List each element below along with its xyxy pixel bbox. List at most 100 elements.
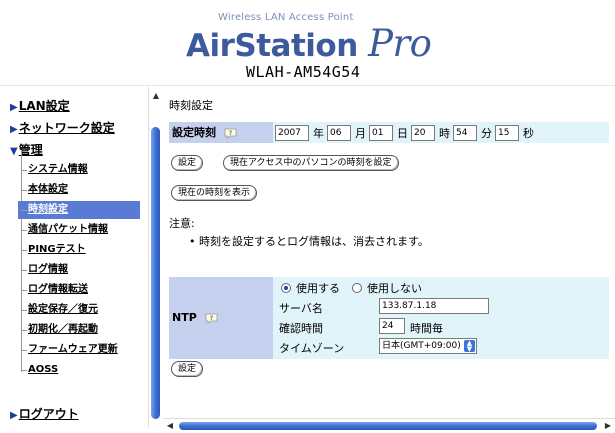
tree-tick xyxy=(21,290,27,291)
help-icon[interactable]: ? xyxy=(205,313,218,324)
sidebar-item-label: ファームウェア更新 xyxy=(28,344,118,355)
vertical-scroll-thumb[interactable] xyxy=(151,127,160,419)
tree-tick xyxy=(21,310,27,311)
sidebar-item-label: 通信パケット情報 xyxy=(28,224,108,235)
nav-admin[interactable]: ▼管理 xyxy=(10,141,43,158)
sidebar-item-label: 時刻設定 xyxy=(28,204,68,215)
sidebar-item-ping-test[interactable]: PINGテスト xyxy=(18,241,140,259)
sidebar-item-label: AOSS xyxy=(28,364,59,375)
ntp-server-input[interactable]: 133.87.1.18 xyxy=(379,298,489,314)
ntp-label: NTP xyxy=(172,311,197,324)
year-input[interactable]: 2007 xyxy=(275,124,309,141)
sidebar-item-label: PINGテスト xyxy=(28,244,86,255)
scroll-up-icon[interactable]: ▲ xyxy=(151,91,161,101)
ntp-timezone-label: タイムゾーン xyxy=(279,342,345,355)
time-fields: 2007 年 06 月 01 日 20 時 54 分 15 秒 xyxy=(275,124,537,141)
sidebar-item-time-settings[interactable]: 時刻設定 xyxy=(18,201,140,219)
tree-tick xyxy=(21,370,27,371)
sidebar-item-label: ログ情報 xyxy=(28,264,68,275)
ntp-settings-table: NTP ? 使用する 使用しない サーバ名 133.87.1.18 確認時間 2… xyxy=(169,277,609,359)
second-input[interactable]: 15 xyxy=(495,124,519,141)
main-content: 時刻設定 設定時刻 ? 2007 年 06 月 01 日 20 時 54 分 1… xyxy=(163,87,615,417)
tree-tick xyxy=(21,270,27,271)
brand-name: AirStation xyxy=(186,28,358,64)
brand-suffix: Pro xyxy=(368,22,432,65)
sidebar-item-label: ログ情報転送 xyxy=(28,284,88,295)
sidebar-item-save-restore[interactable]: 設定保存／復元 xyxy=(18,301,140,319)
sidebar-item-log-transfer[interactable]: ログ情報転送 xyxy=(18,281,140,299)
scroll-left-icon[interactable]: ◀ xyxy=(165,421,175,431)
help-icon[interactable]: ? xyxy=(224,128,237,139)
tree-tick xyxy=(21,190,27,191)
triangle-down-icon: ▼ xyxy=(10,146,18,157)
sidebar-item-reset-reboot[interactable]: 初期化／再起動 xyxy=(18,321,140,339)
sidebar-item-label: 初期化／再起動 xyxy=(28,324,98,335)
nav-network-label: ネットワーク設定 xyxy=(18,121,115,135)
day-input[interactable]: 01 xyxy=(369,124,393,141)
sidebar-item-label: 本体設定 xyxy=(28,184,68,195)
time-label: 設定時刻 xyxy=(172,126,216,139)
tree-tick xyxy=(21,230,27,231)
sidebar-item-system-info[interactable]: システム情報 xyxy=(18,161,140,179)
sidebar-nav: ▶LAN設定 ▶ネットワーク設定 ▼管理 システム情報 本体設定 時刻設定 通信… xyxy=(0,87,148,433)
ntp-set-button[interactable]: 設定 xyxy=(171,361,204,377)
hour-unit: 時 xyxy=(439,126,450,140)
nav-lan-label: LAN設定 xyxy=(18,99,70,113)
ntp-use-label: 使用する xyxy=(296,282,340,295)
model-name: WLAH-AM54G54 xyxy=(246,63,361,81)
time-settings-row: 設定時刻 ? 2007 年 06 月 01 日 20 時 54 分 15 秒 xyxy=(169,122,609,143)
triangle-right-icon: ▶ xyxy=(10,124,18,135)
vertical-scrollbar[interactable]: ▲ xyxy=(148,87,162,427)
ntp-use-radio[interactable] xyxy=(281,283,291,293)
minute-unit: 分 xyxy=(481,126,492,140)
tree-tick xyxy=(21,330,27,331)
hour-input[interactable]: 20 xyxy=(411,124,435,141)
nav-logout[interactable]: ▶ログアウト xyxy=(10,405,79,422)
ntp-interval-input[interactable]: 24 xyxy=(379,318,405,334)
month-input[interactable]: 06 xyxy=(327,124,351,141)
time-label-cell: 設定時刻 ? xyxy=(169,122,273,143)
sidebar-item-aoss[interactable]: AOSS xyxy=(18,361,140,379)
set-from-pc-button[interactable]: 現在アクセス中のパソコンの時刻を設定 xyxy=(223,155,399,171)
second-unit: 秒 xyxy=(523,126,534,140)
ntp-enable-radios: 使用する 使用しない xyxy=(281,280,422,296)
sidebar-item-log-info[interactable]: ログ情報 xyxy=(18,261,140,279)
triangle-right-icon: ▶ xyxy=(10,102,18,113)
nav-network-settings[interactable]: ▶ネットワーク設定 xyxy=(10,119,115,136)
svg-text:?: ? xyxy=(209,315,213,322)
triangle-right-icon: ▶ xyxy=(10,410,18,421)
page-title: 時刻設定 xyxy=(169,99,213,112)
sidebar-item-packet-info[interactable]: 通信パケット情報 xyxy=(18,221,140,239)
sidebar-item-firmware-update[interactable]: ファームウェア更新 xyxy=(18,341,140,359)
minute-input[interactable]: 54 xyxy=(453,124,477,141)
sidebar-item-label: システム情報 xyxy=(28,164,88,175)
horizontal-scroll-thumb[interactable] xyxy=(179,422,597,430)
ntp-server-label: サーバ名 xyxy=(279,302,323,315)
note-item: • 時刻を設定するとログ情報は、消去されます。 xyxy=(189,233,429,249)
header: Wireless LAN Access Point AirStation Pro… xyxy=(0,0,615,86)
logo-brand: AirStation Pro xyxy=(186,22,432,65)
tree-tick xyxy=(21,170,27,171)
scroll-right-icon[interactable]: ▶ xyxy=(603,421,613,431)
svg-text:?: ? xyxy=(229,130,233,137)
ntp-timezone-value: 日本(GMT+09:00) xyxy=(382,341,461,351)
set-time-button[interactable]: 設定 xyxy=(171,155,204,171)
nav-lan-settings[interactable]: ▶LAN設定 xyxy=(10,97,70,114)
ntp-not-use-label: 使用しない xyxy=(367,282,422,295)
ntp-not-use-radio[interactable] xyxy=(352,283,362,293)
year-unit: 年 xyxy=(313,126,324,140)
horizontal-scrollbar[interactable]: ◀ ▶ xyxy=(163,418,615,433)
month-unit: 月 xyxy=(355,126,366,140)
nav-logout-label: ログアウト xyxy=(18,407,79,421)
sidebar-item-label: 設定保存／復元 xyxy=(28,304,98,315)
select-arrows-icon: ▲ ▼ xyxy=(464,340,475,353)
sidebar-item-device-settings[interactable]: 本体設定 xyxy=(18,181,140,199)
ntp-label-cell: NTP ? xyxy=(169,277,273,359)
tree-tick xyxy=(21,250,27,251)
ntp-interval-unit: 時間毎 xyxy=(410,322,443,335)
show-current-time-button[interactable]: 現在の時刻を表示 xyxy=(171,185,258,201)
note-text: 時刻を設定するとログ情報は、消去されます。 xyxy=(199,235,429,248)
ntp-timezone-select[interactable]: 日本(GMT+09:00) ▲ ▼ xyxy=(379,338,477,354)
nav-admin-label: 管理 xyxy=(18,143,43,157)
tree-tick xyxy=(21,350,27,351)
